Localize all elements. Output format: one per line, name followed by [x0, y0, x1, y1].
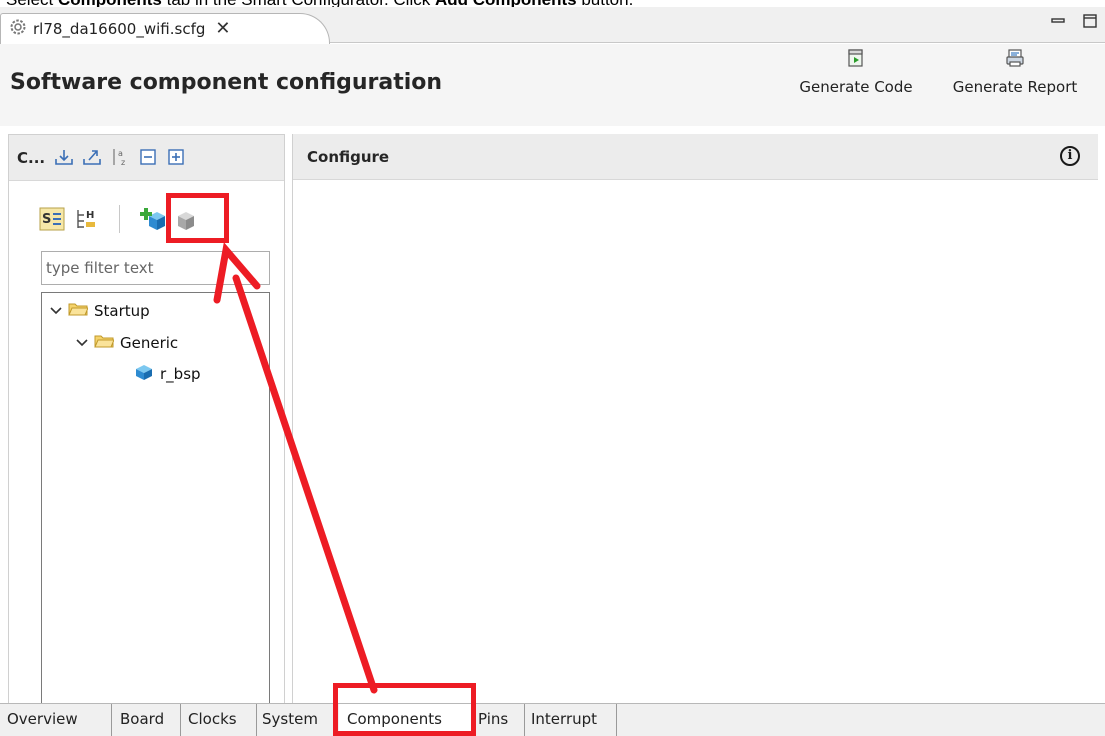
chevron-down-icon[interactable]: [76, 336, 90, 350]
collapse-all-icon[interactable]: [138, 147, 158, 167]
hierarchy-view-icon[interactable]: H: [73, 207, 99, 231]
bottom-tab-bar: Overview Board Clocks System Components …: [0, 703, 1105, 736]
components-panel-header: C... az: [9, 135, 284, 181]
folder-icon: [94, 333, 115, 353]
export-icon[interactable]: [82, 147, 102, 167]
page-header: Software component configuration Generat…: [0, 44, 1105, 126]
component-tree: Startup Generic r_bsp: [41, 292, 270, 712]
folder-icon: [68, 301, 89, 321]
generate-report-icon: [936, 48, 1094, 72]
generate-code-label: Generate Code: [799, 78, 913, 96]
chevron-down-icon[interactable]: [50, 304, 64, 318]
tree-item-label: Generic: [120, 334, 179, 352]
generate-code-button[interactable]: Generate Code: [786, 48, 926, 96]
generate-code-icon: [786, 48, 926, 72]
svg-text:H: H: [86, 210, 94, 221]
components-panel-toolbar: az: [54, 147, 186, 167]
remove-component-icon[interactable]: [174, 207, 200, 231]
expand-all-icon[interactable]: [166, 147, 186, 167]
svg-text:a: a: [118, 149, 123, 158]
sort-az-icon[interactable]: az: [110, 147, 130, 167]
component-icon: [134, 363, 154, 385]
configure-panel: Configure i: [292, 134, 1098, 718]
tab-overview[interactable]: Overview: [0, 704, 112, 736]
configure-panel-header: Configure i: [293, 134, 1098, 180]
tab-board[interactable]: Board: [113, 704, 181, 736]
page-title: Software component configuration: [10, 70, 443, 95]
svg-text:z: z: [121, 158, 125, 167]
info-icon[interactable]: i: [1060, 146, 1080, 166]
svg-text:S: S: [42, 212, 51, 227]
window-controls: [1051, 13, 1097, 32]
editor-tab-scfg[interactable]: rl78_da16600_wifi.scfg ✕: [0, 13, 330, 44]
filter-input[interactable]: [41, 251, 270, 285]
instruction-caption: Select Components tab in the Smart Confi…: [6, 0, 633, 8]
tree-item-generic[interactable]: Generic: [76, 333, 178, 353]
tab-components[interactable]: Components: [339, 704, 472, 736]
component-view-toolbar: S H: [39, 205, 200, 233]
tab-clocks[interactable]: Clocks: [181, 704, 257, 736]
add-component-icon[interactable]: [140, 207, 166, 231]
tree-item-r-bsp[interactable]: r_bsp: [134, 363, 201, 385]
tree-item-label: r_bsp: [160, 365, 201, 383]
maximize-icon[interactable]: [1083, 13, 1097, 32]
gear-icon: [9, 18, 27, 40]
configure-panel-title: Configure: [307, 148, 390, 166]
tab-pins[interactable]: Pins: [473, 704, 525, 736]
tab-interrupt[interactable]: Interrupt: [525, 704, 617, 736]
editor-tab-label: rl78_da16600_wifi.scfg: [33, 20, 206, 38]
tab-system[interactable]: System: [257, 704, 337, 736]
generate-report-label: Generate Report: [952, 78, 1078, 96]
components-panel-title: C...: [17, 149, 46, 167]
tree-item-startup[interactable]: Startup: [50, 301, 150, 321]
import-icon[interactable]: [54, 147, 74, 167]
editor-tab-bar: rl78_da16600_wifi.scfg ✕: [0, 7, 1105, 44]
tree-item-label: Startup: [94, 302, 150, 320]
minimize-icon[interactable]: [1051, 13, 1065, 32]
category-view-icon[interactable]: S: [39, 207, 65, 231]
close-icon[interactable]: ✕: [215, 20, 230, 38]
toolbar-separator: [119, 205, 120, 233]
components-panel: C... az S H type filter text Startup Gen…: [8, 134, 285, 718]
generate-report-button[interactable]: Generate Report: [936, 48, 1094, 96]
